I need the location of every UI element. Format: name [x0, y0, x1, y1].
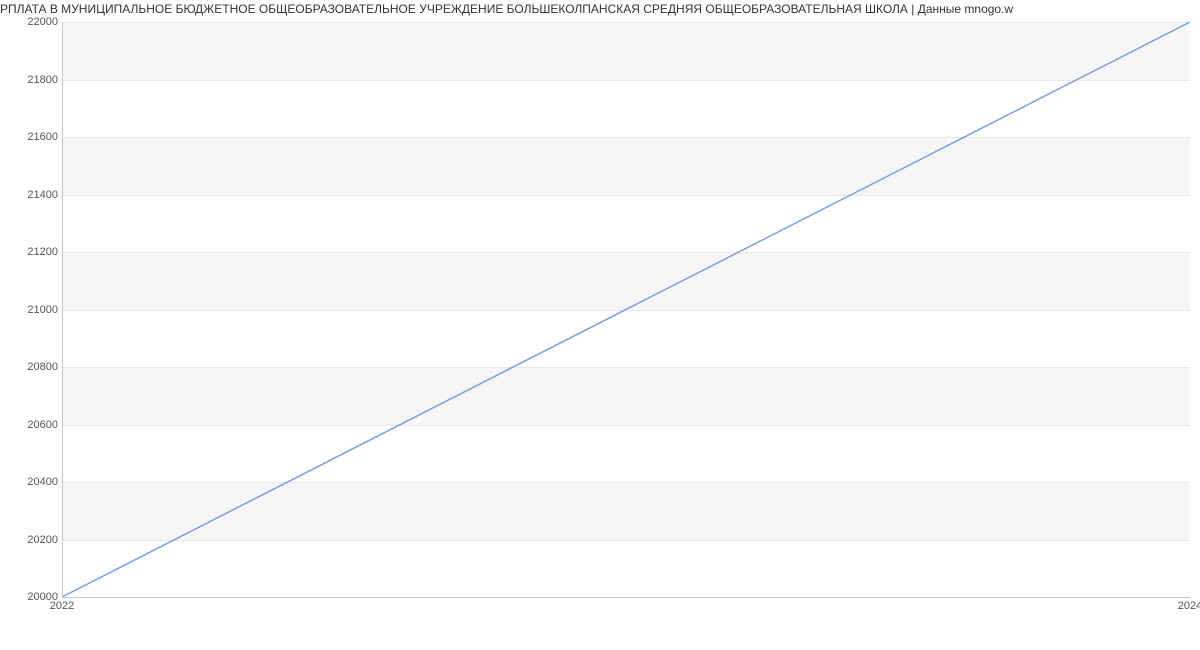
ytick-label: 20200	[8, 534, 58, 546]
xtick-label: 2024	[1178, 600, 1200, 612]
chart-title: РПЛАТА В МУНИЦИПАЛЬНОЕ БЮДЖЕТНОЕ ОБЩЕОБР…	[0, 2, 1200, 16]
ytick-label: 21600	[8, 131, 58, 143]
ytick-label: 20800	[8, 361, 58, 373]
ytick-label: 21800	[8, 74, 58, 86]
ytick-label: 22000	[8, 16, 58, 28]
ytick-label: 21000	[8, 304, 58, 316]
y-axis-line	[62, 22, 63, 597]
series-line	[62, 22, 1190, 597]
xtick-label: 2022	[50, 600, 74, 612]
ytick-label: 21400	[8, 189, 58, 201]
ytick-label: 20600	[8, 419, 58, 431]
x-axis-line	[62, 597, 1190, 598]
ytick-label: 21200	[8, 246, 58, 258]
plot-area	[62, 22, 1190, 597]
ytick-label: 20400	[8, 476, 58, 488]
line-series	[62, 22, 1190, 597]
